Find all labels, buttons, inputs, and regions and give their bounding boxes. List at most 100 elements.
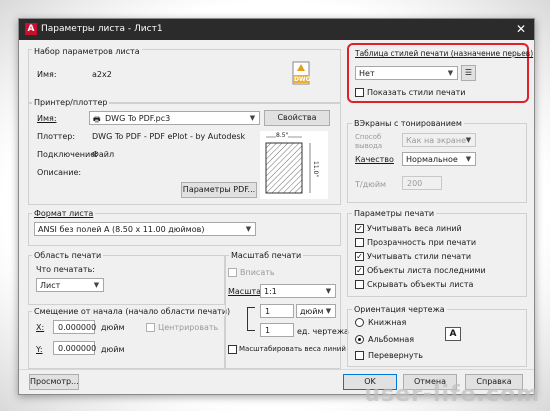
chevron-down-icon: ▼ [447,69,454,77]
portrait-radio[interactable] [355,318,364,327]
scale-units-value: 1 [265,307,271,316]
paper-size-group-label: Формат листа [32,209,96,218]
footer-divider [19,369,534,370]
option-label-paperspace-last: Объекты листа последними [367,266,486,275]
page-setup-name-value: a2x2 [92,70,112,79]
option-checkbox-plot-styles[interactable]: ✓ [355,252,364,261]
chevron-down-icon: ▼ [325,307,332,315]
paper-size-select[interactable]: ANSI без полей A (8.50 x 11.00 дюймов) ▼ [34,222,256,236]
show-plot-styles-checkbox[interactable] [355,88,364,97]
upside-down-checkbox[interactable] [355,351,364,360]
edit-list-icon: ☰ [464,68,473,77]
site-watermark: user-life.com [364,382,540,407]
paper-preview: 8.5" 11.0" [260,131,328,199]
chevron-down-icon: ▼ [465,136,472,144]
landscape-orientation-icon: A [445,327,461,341]
shade-plot-label: Способ вывода [355,133,383,150]
scale-units-unit: дюйм [300,307,324,316]
chevron-down-icon: ▼ [465,155,472,163]
quality-select[interactable]: Нормальное ▼ [402,152,476,166]
orientation-group-label: Ориентация чертежа [352,305,447,314]
style-table-value: Нет [359,69,375,78]
option-label-hide-paperspace: Скрывать объекты листа [367,280,474,289]
page-setup-name-label: Имя: [37,70,57,79]
shade-plot-value: Как на экране [406,136,466,145]
chevron-down-icon: ▼ [249,114,256,122]
window-title: Параметры листа - Лист1 [41,24,163,34]
chevron-down-icon: ▼ [245,225,252,233]
plot-offset-group-label: Смещение от начала (начало области печат… [32,307,233,316]
printer-properties-button[interactable]: Свойства [264,110,330,126]
option-checkbox-paperspace-last[interactable]: ✓ [355,266,364,275]
upside-down-label: Перевернуть [368,351,423,360]
what-to-plot-value: Лист [40,281,61,290]
scale-lineweights-label: Масштабировать веса линий [239,345,346,353]
what-to-plot-select[interactable]: Лист ▼ [36,278,104,292]
offset-x-label: X: [36,323,45,332]
drawing-units-unit: ед. чертежа [297,327,349,336]
offset-y-input[interactable]: 0.000000 [53,341,97,355]
preview-button[interactable]: Просмотр... [29,374,79,390]
plot-area-group-label: Область печати [32,251,104,260]
printer-group-label: Принтер/плоттер [32,98,110,107]
option-checkbox-hide-paperspace[interactable] [355,280,364,289]
printer-name-select[interactable]: 🖶 DWG To PDF.pc3 ▼ [89,111,260,125]
orientation-icon-letter: A [449,329,457,339]
drawing-units-value: 1 [265,326,271,335]
style-table-group-label: Таблица стилей печати (назначение перьев… [355,49,534,58]
chevron-down-icon: ▼ [93,281,100,289]
scale-units-select[interactable]: дюйм ▼ [296,304,336,318]
close-icon[interactable]: ✕ [516,22,526,36]
dpi-input[interactable]: 200 [402,176,442,190]
plot-options-group-label: Параметры печати [352,209,437,218]
dwg-file-icon: DWG [291,61,311,85]
option-label-lineweights: Учитывать веса линий [367,224,462,233]
page-setup-dialog: A Параметры листа - Лист1 ✕ Набор параме… [18,18,535,395]
landscape-radio[interactable] [355,335,364,344]
where-label: Подключение: [37,150,98,159]
quality-value: Нормальное [406,155,458,164]
dwg-badge-text: DWG [294,76,311,83]
option-checkbox-lineweights[interactable]: ✓ [355,224,364,233]
chevron-down-icon: ▼ [325,287,332,295]
scale-lineweights-checkbox[interactable] [228,345,237,354]
scale-link-bracket [247,307,255,331]
offset-y-value: 0.000000 [58,344,97,353]
center-plot-checkbox[interactable] [146,323,155,332]
style-table-select[interactable]: Нет ▼ [355,66,458,80]
shaded-viewport-group-label: ВЭкраны с тонированием [352,119,464,128]
plotter-label: Плоттер: [37,132,76,141]
edit-style-table-button[interactable]: ☰ [461,65,476,81]
preview-width-label: 8.5" [276,132,289,139]
offset-x-input[interactable]: 0.000000 [53,320,97,334]
printer-name-value: DWG To PDF.pc3 [105,114,171,123]
center-plot-label: Центрировать [158,323,219,332]
show-plot-styles-label: Показать стили печати [367,88,466,97]
page-setup-group-label: Набор параметров листа [32,47,142,56]
offset-x-unit: дюйм [101,323,125,332]
what-to-plot-label: Что печатать: [36,265,95,274]
printer-name-label: Имя: [37,114,57,123]
description-label: Описание: [37,168,82,177]
quality-label: Качество [355,155,394,164]
pdf-options-button[interactable]: Параметры PDF... [181,182,257,198]
scale-value: 1:1 [264,287,277,296]
offset-x-value: 0.000000 [58,323,97,332]
fit-to-paper-checkbox[interactable] [228,268,237,277]
landscape-label: Альбомная [368,335,415,344]
printer-icon: 🖶 [93,115,101,124]
drawing-units-input[interactable]: 1 [260,323,294,337]
offset-y-label: Y: [36,345,43,354]
option-label-plot-styles: Учитывать стили печати [367,252,472,261]
dpi-value: 200 [407,179,423,188]
scale-units-input[interactable]: 1 [260,304,294,318]
autocad-app-icon: A [25,23,37,35]
scale-select[interactable]: 1:1 ▼ [260,284,336,298]
where-value: Файл [92,150,115,159]
portrait-label: Книжная [368,318,407,327]
offset-y-unit: дюйм [101,345,125,354]
shade-plot-select[interactable]: Как на экране ▼ [402,133,476,147]
plot-scale-group-label: Масштаб печати [229,251,304,260]
plotter-value: DWG To PDF - PDF ePlot - by Autodesk [92,132,246,141]
option-checkbox-transparency[interactable] [355,238,364,247]
